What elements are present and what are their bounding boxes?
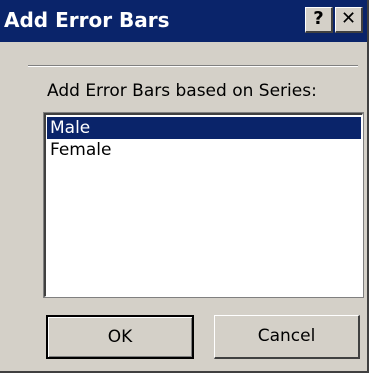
title-bar[interactable]: Add Error Bars ? ✕ xyxy=(0,0,367,42)
close-button[interactable]: ✕ xyxy=(335,7,363,33)
add-error-bars-dialog: Add Error Bars ? ✕ Add Error Bars based … xyxy=(0,0,369,373)
dialog-title: Add Error Bars xyxy=(4,8,170,32)
help-button[interactable]: ? xyxy=(305,7,333,33)
series-item-male[interactable]: Male xyxy=(47,117,361,139)
ok-button[interactable]: OK xyxy=(46,315,194,359)
series-listbox[interactable]: Male Female xyxy=(43,112,364,298)
series-prompt-label: Add Error Bars based on Series: xyxy=(47,81,317,101)
separator-line xyxy=(28,65,358,67)
cancel-button[interactable]: Cancel xyxy=(214,315,360,359)
series-item-female[interactable]: Female xyxy=(47,139,361,161)
close-icon: ✕ xyxy=(340,8,357,29)
